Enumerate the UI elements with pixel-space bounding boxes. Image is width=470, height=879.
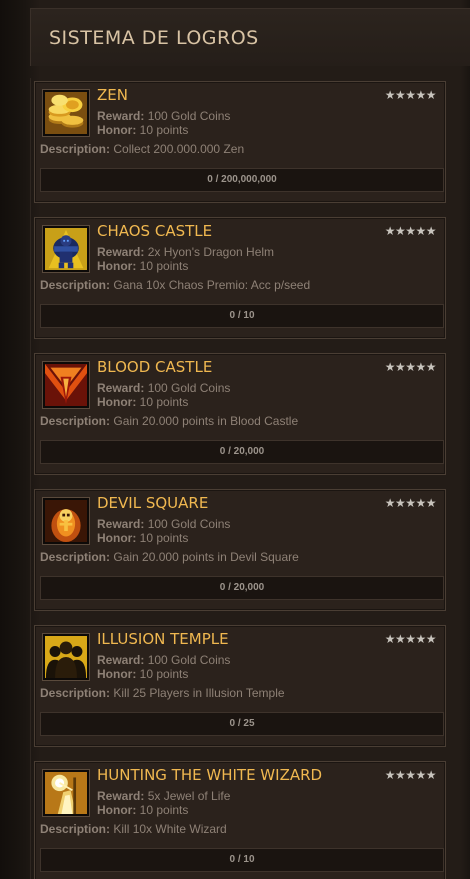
- armored-knight-icon: [42, 225, 90, 273]
- page-title: SISTEMA DE LOGROS: [49, 27, 259, 49]
- reward-value: 5x Jewel of Life: [147, 789, 231, 803]
- honor-value: 10 points: [139, 395, 189, 409]
- honor-line: Honor: 10 points: [97, 123, 188, 137]
- description-label: Description:: [40, 278, 111, 292]
- description-value: Kill 10x White Wizard: [113, 822, 227, 836]
- progress-bar: 0 / 20,000: [40, 576, 444, 600]
- description-line: Description: Gana 10x Chaos Premio: Acc …: [40, 278, 310, 292]
- rating-stars: ★★★★★: [384, 496, 437, 510]
- description-label: Description:: [40, 686, 111, 700]
- honor-label: Honor:: [97, 395, 137, 409]
- description-value: Gana 10x Chaos Premio: Acc p/seed: [113, 278, 311, 292]
- progress-text: 0 / 20,000: [219, 446, 265, 457]
- reward-line: Reward: 100 Gold Coins: [97, 381, 230, 395]
- honor-line: Honor: 10 points: [97, 667, 188, 681]
- progress-text: 0 / 200,000,000: [207, 174, 277, 185]
- achievement-title: HUNTING THE WHITE WIZARD: [97, 766, 323, 784]
- description-value: Collect 200.000.000 Zen: [113, 142, 245, 156]
- achievement-title: CHAOS CASTLE: [97, 222, 213, 240]
- description-value: Kill 25 Players in Illusion Temple: [113, 686, 285, 700]
- achievement-card: ILLUSION TEMPLE ★★★★★ Reward: 100 Gold C…: [34, 625, 446, 747]
- honor-label: Honor:: [97, 803, 137, 817]
- honor-value: 10 points: [139, 259, 189, 273]
- reward-value: 100 Gold Coins: [147, 109, 231, 123]
- section-header: SISTEMA DE LOGROS: [30, 8, 470, 66]
- reward-line: Reward: 100 Gold Coins: [97, 109, 230, 123]
- honor-label: Honor:: [97, 531, 137, 545]
- gold-coins-icon: [42, 89, 90, 137]
- honor-value: 10 points: [139, 803, 189, 817]
- reward-line: Reward: 2x Hyon's Dragon Helm: [97, 245, 274, 259]
- reward-label: Reward:: [97, 653, 145, 667]
- progress-text: 0 / 10: [229, 310, 255, 321]
- rating-stars: ★★★★★: [384, 632, 437, 646]
- description-line: Description: Gain 20.000 points in Blood…: [40, 414, 298, 428]
- reward-value: 100 Gold Coins: [147, 517, 231, 531]
- description-line: Description: Kill 10x White Wizard: [40, 822, 227, 836]
- rating-stars: ★★★★★: [384, 88, 437, 102]
- rating-stars: ★★★★★: [384, 768, 437, 782]
- description-line: Description: Gain 20.000 points in Devil…: [40, 550, 299, 564]
- progress-bar: 0 / 25: [40, 712, 444, 736]
- white-wizard-icon: [42, 769, 90, 817]
- reward-label: Reward:: [97, 109, 145, 123]
- honor-line: Honor: 10 points: [97, 531, 188, 545]
- achievement-card: ZEN ★★★★★ Reward: 100 Gold Coins Honor: …: [34, 81, 446, 203]
- honor-line: Honor: 10 points: [97, 803, 188, 817]
- progress-text: 0 / 10: [229, 854, 255, 865]
- reward-line: Reward: 100 Gold Coins: [97, 653, 230, 667]
- reward-value: 100 Gold Coins: [147, 381, 231, 395]
- honor-label: Honor:: [97, 123, 137, 137]
- achievement-title: DEVIL SQUARE: [97, 494, 209, 512]
- honor-line: Honor: 10 points: [97, 259, 188, 273]
- blood-castle-icon: [42, 361, 90, 409]
- rating-stars: ★★★★★: [384, 360, 437, 374]
- description-label: Description:: [40, 142, 111, 156]
- honor-value: 10 points: [139, 531, 189, 545]
- description-line: Description: Kill 25 Players in Illusion…: [40, 686, 285, 700]
- honor-line: Honor: 10 points: [97, 395, 188, 409]
- rating-stars: ★★★★★: [384, 224, 437, 238]
- achievement-title: ILLUSION TEMPLE: [97, 630, 229, 648]
- reward-label: Reward:: [97, 381, 145, 395]
- progress-bar: 0 / 10: [40, 848, 444, 872]
- reward-value: 2x Hyon's Dragon Helm: [147, 245, 275, 259]
- progress-text: 0 / 25: [229, 718, 255, 729]
- description-label: Description:: [40, 550, 111, 564]
- honor-label: Honor:: [97, 259, 137, 273]
- progress-bar: 0 / 20,000: [40, 440, 444, 464]
- achievement-card: HUNTING THE WHITE WIZARD ★★★★★ Reward: 5…: [34, 761, 446, 879]
- players-silhouette-icon: [42, 633, 90, 681]
- reward-line: Reward: 5x Jewel of Life: [97, 789, 230, 803]
- achievement-title: ZEN: [97, 86, 128, 104]
- skull-flame-icon: [42, 497, 90, 545]
- honor-label: Honor:: [97, 667, 137, 681]
- progress-bar: 0 / 200,000,000: [40, 168, 444, 192]
- description-line: Description: Collect 200.000.000 Zen: [40, 142, 244, 156]
- reward-label: Reward:: [97, 789, 145, 803]
- reward-label: Reward:: [97, 517, 145, 531]
- description-label: Description:: [40, 414, 111, 428]
- description-label: Description:: [40, 822, 111, 836]
- progress-text: 0 / 20,000: [219, 582, 265, 593]
- achievement-card: DEVIL SQUARE ★★★★★ Reward: 100 Gold Coin…: [34, 489, 446, 611]
- reward-value: 100 Gold Coins: [147, 653, 231, 667]
- reward-label: Reward:: [97, 245, 145, 259]
- achievement-list: ZEN ★★★★★ Reward: 100 Gold Coins Honor: …: [30, 78, 470, 879]
- achievement-card: CHAOS CASTLE ★★★★★ Reward: 2x Hyon's Dra…: [34, 217, 446, 339]
- honor-value: 10 points: [139, 123, 189, 137]
- achievement-title: BLOOD CASTLE: [97, 358, 213, 376]
- description-value: Gain 20.000 points in Devil Square: [113, 550, 299, 564]
- honor-value: 10 points: [139, 667, 189, 681]
- description-value: Gain 20.000 points in Blood Castle: [113, 414, 299, 428]
- reward-line: Reward: 100 Gold Coins: [97, 517, 230, 531]
- achievement-card: BLOOD CASTLE ★★★★★ Reward: 100 Gold Coin…: [34, 353, 446, 475]
- progress-bar: 0 / 10: [40, 304, 444, 328]
